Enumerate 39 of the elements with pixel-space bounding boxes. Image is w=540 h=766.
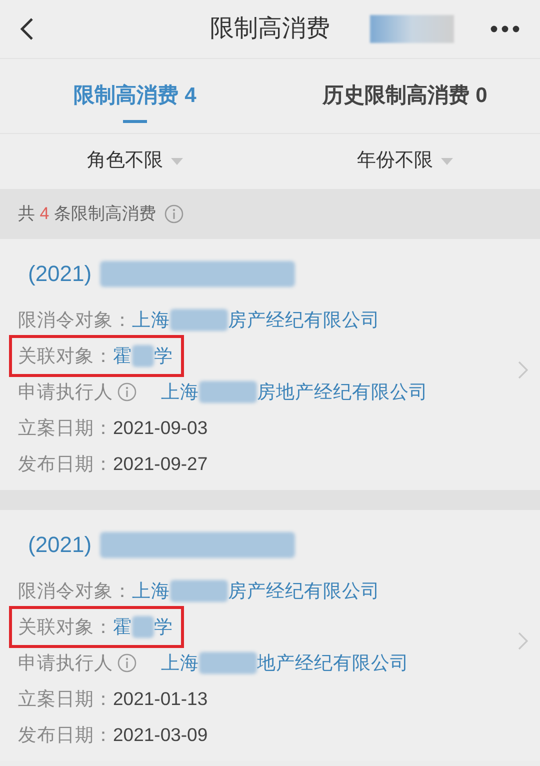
field-label: 限消令对象：	[18, 308, 132, 332]
field-value: 2021-09-27	[113, 452, 208, 476]
field-label: 申请执行人	[18, 380, 113, 404]
field-link[interactable]: 上海 房产经纪有限公司	[132, 306, 380, 334]
filter-dropdown[interactable]: 年份不限	[357, 147, 453, 176]
field-label: 发布日期：	[18, 723, 113, 748]
info-icon	[117, 382, 137, 402]
field-link[interactable]: 上海 地产经纪有限公司	[161, 649, 409, 677]
field-label: 申请执行人	[18, 651, 113, 676]
more-button[interactable]	[490, 25, 520, 33]
info-icon	[164, 204, 184, 224]
field-value: 2021-03-09	[113, 723, 208, 748]
dropdown-caret-icon	[171, 158, 183, 165]
field-label: 立案日期：	[18, 687, 113, 712]
field-link[interactable]: 霍 学	[113, 342, 173, 370]
page-title: 限制高消费	[210, 14, 330, 44]
chevron-right-icon	[518, 360, 528, 378]
case-number: (2021)	[28, 260, 92, 288]
field-value: 2021-09-03	[113, 416, 208, 440]
tab-indicator	[123, 120, 147, 123]
field-label: 限消令对象：	[18, 579, 132, 604]
field-label: 关联对象：	[18, 344, 113, 368]
filter-dropdown[interactable]: 角色不限	[87, 147, 183, 176]
case-number: (2021)	[28, 531, 92, 559]
field-value: 2021-01-13	[113, 687, 208, 712]
info-icon	[117, 653, 137, 673]
field-label: 立案日期：	[18, 416, 113, 440]
chevron-right-icon	[518, 632, 528, 650]
field-link[interactable]: 上海 房产经纪有限公司	[132, 577, 380, 605]
back-icon	[20, 17, 34, 41]
tab[interactable]: 限制高消费 4	[74, 80, 196, 112]
field-link[interactable]: 霍 学	[113, 613, 173, 641]
tab[interactable]: 历史限制高消费 0	[322, 80, 488, 112]
field-label: 发布日期：	[18, 452, 113, 476]
field-link[interactable]: 上海 房地产经纪有限公司	[161, 378, 428, 406]
field-label: 关联对象：	[18, 615, 113, 640]
summary-text: 共 4 条限制高消费	[18, 203, 156, 226]
more-icon	[490, 25, 520, 33]
dropdown-caret-icon	[441, 158, 453, 165]
